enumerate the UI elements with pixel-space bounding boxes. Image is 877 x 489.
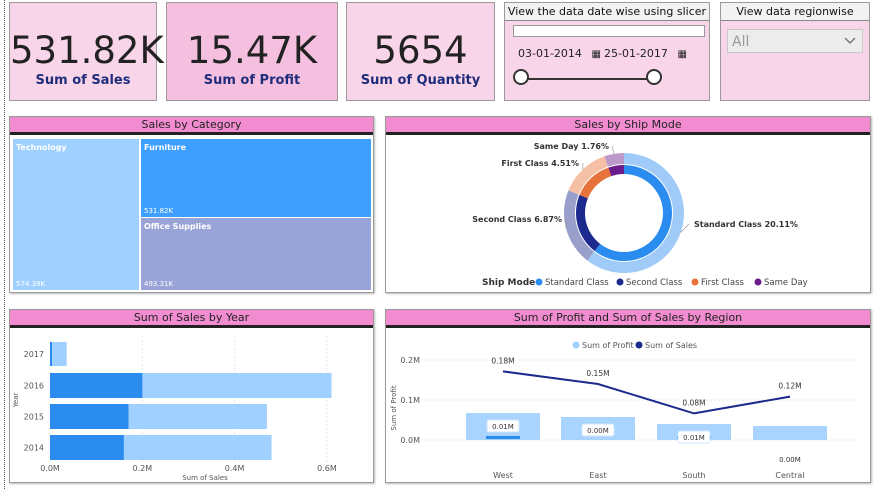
y-tick-label: 0.2M (400, 356, 420, 365)
region-slicer-title: View data regionwise (721, 3, 869, 21)
kpi-label: Sum of Profit (203, 73, 301, 88)
legend-marker (535, 278, 543, 286)
donut-slice-label: First Class 4.51% (501, 159, 579, 168)
page-divider (4, 0, 5, 489)
sales-by-category-panel: Sales by Category Technology 574.39K Fur… (9, 116, 374, 293)
kpi-value: 5654 (373, 29, 468, 72)
legend-entry[interactable]: Sum of Sales (645, 341, 697, 350)
y-tick-label: 2015 (24, 413, 44, 422)
donut-leader-line (611, 145, 615, 154)
range-start-handle[interactable] (513, 69, 529, 85)
kpi-card-quantity[interactable]: 5654 Sum of Quantity (346, 2, 495, 101)
tile-name: Office Supplies (144, 222, 212, 231)
x-tick-label: 0.2M (132, 464, 152, 473)
legend-marker (572, 341, 580, 349)
profit-sales-by-region-panel: Sum of Profit and Sum of Sales by Region… (385, 309, 871, 483)
tile-name: Technology (16, 143, 67, 152)
treemap-tile-office-supplies[interactable]: Office Supplies 493.31K (141, 218, 371, 290)
region-slicer: View data regionwise All (720, 2, 870, 101)
tile-value: 574.39K (16, 280, 46, 288)
treemap-tile-technology[interactable]: Technology 574.39K (13, 139, 139, 290)
start-date-field[interactable]: 03-01-2014 ▦ (518, 47, 601, 60)
treemap-tile-furniture[interactable]: Furniture 531.82K (141, 139, 371, 217)
kpi-label: Sum of Sales (35, 73, 131, 88)
legend-entry[interactable]: Standard Class (545, 278, 609, 288)
legend-title: Ship Mode (482, 278, 535, 288)
x-axis-title: Sum of Sales (182, 474, 228, 482)
profit-data-label: 0.01M (683, 434, 705, 442)
date-slicer-title: View the data date wise using slicer (505, 3, 709, 21)
profit-data-label: 0.00M (587, 427, 609, 435)
x-tick-label: 0.4M (225, 464, 245, 473)
kpi-card-profit[interactable]: 15.47K Sum of Profit (166, 2, 338, 101)
x-tick-label: 0.0M (40, 464, 60, 473)
end-date-field[interactable]: 25-01-2017 ▦ (604, 47, 687, 60)
panel-title: Sales by Category (10, 117, 373, 135)
chevron-down-icon (844, 37, 856, 45)
y-tick-label: 2016 (24, 382, 44, 391)
legend-marker (635, 341, 643, 349)
calendar-icon[interactable]: ▦ (677, 49, 686, 60)
date-slicer: View the data date wise using slicer 03-… (504, 2, 710, 101)
legend-marker (691, 278, 699, 286)
date-slicer-search-bar[interactable] (513, 25, 705, 37)
x-tick-label: 0.6M (317, 464, 337, 473)
donut-slice-label: Standard Class 20.11% (694, 220, 798, 229)
x-tick-label: East (589, 471, 606, 480)
y-tick-label: 2014 (24, 444, 44, 453)
y-tick-label: 2017 (24, 350, 44, 359)
donut-slice-label: Same Day 1.76% (534, 142, 609, 151)
legend-entry[interactable]: First Class (701, 278, 745, 288)
tile-name: Furniture (144, 143, 187, 152)
y-axis-title: Year (12, 392, 20, 408)
end-date-value: 25-01-2017 (604, 47, 668, 60)
range-end-handle[interactable] (646, 69, 662, 85)
sales-data-label: 0.08M (682, 398, 705, 407)
kpi-card-sales[interactable]: 531.82K Sum of Sales (9, 2, 164, 101)
tile-value: 493.31K (144, 280, 174, 288)
bar-segment[interactable] (50, 342, 52, 366)
x-tick-label: Central (775, 471, 804, 480)
bar-segment[interactable] (50, 435, 124, 460)
y-axis-title: Sum of Profit (390, 385, 398, 430)
donut-slice-label: Second Class 6.87% (472, 215, 562, 224)
kpi-value: 531.82K (10, 29, 164, 72)
x-tick-label: West (493, 471, 513, 480)
panel-title: Sum of Profit and Sum of Sales by Region (386, 310, 870, 328)
profit-data-label: 0.01M (492, 423, 514, 431)
sales-data-label: 0.15M (586, 369, 609, 378)
bar-segment[interactable] (50, 404, 129, 429)
legend-marker (616, 278, 624, 286)
x-tick-label: South (682, 471, 705, 480)
bar-profit-value[interactable] (486, 436, 520, 439)
legend-entry[interactable]: Second Class (626, 278, 683, 288)
kpi-label: Sum of Quantity (360, 73, 481, 88)
start-date-value: 03-01-2014 (518, 47, 582, 60)
sales-line[interactable] (502, 370, 791, 415)
sales-by-year-chart: 0.0M 0.2M 0.4M 0.6M 2017 2016 2015 2014 Year Sum … (12, 336, 337, 482)
panel-title: Sales by Ship Mode (386, 117, 870, 135)
sales-data-label: 0.18M (491, 356, 514, 365)
legend-entry[interactable]: Same Day (764, 278, 808, 288)
sales-data-label: 0.12M (778, 382, 801, 391)
region-dropdown[interactable]: All (727, 29, 863, 53)
profit-data-label: 0.00M (779, 456, 801, 464)
date-range-track[interactable] (522, 78, 658, 80)
legend-marker (754, 278, 762, 286)
legend-entry[interactable]: Sum of Profit (582, 341, 634, 350)
kpi-value: 15.47K (186, 29, 318, 72)
y-tick-label: 0.1M (400, 396, 420, 405)
calendar-icon[interactable]: ▦ (591, 49, 600, 60)
tile-value: 531.82K (144, 207, 174, 215)
sales-by-ship-mode-panel: Sales by Ship Mode Standard Class 20.11%… (385, 116, 871, 293)
y-tick-label: 0.0M (400, 436, 420, 445)
profit-sales-by-region-chart: Sum of Profit Sum of Sales 0.0M 0.1M 0.2M Sum… (390, 341, 856, 480)
donut-chart: Standard Class 20.11% Second Class 6.87% F… (472, 142, 808, 288)
region-dropdown-value: All (732, 34, 750, 50)
sales-by-year-panel: Sum of Sales by Year 0.0M 0.2M 0.4M 0.6M 201… (9, 309, 374, 483)
panel-title: Sum of Sales by Year (10, 310, 373, 328)
bar-total[interactable] (50, 342, 67, 366)
donut-slice-outer[interactable] (604, 153, 624, 167)
bar-segment[interactable] (50, 373, 143, 398)
